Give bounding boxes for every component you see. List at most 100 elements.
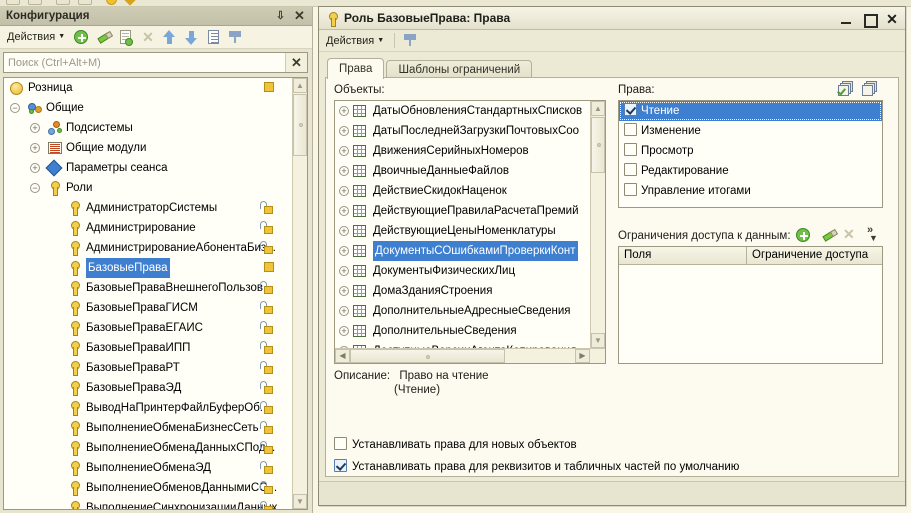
scrollbar-thumb[interactable] xyxy=(350,349,505,363)
expander-icon[interactable]: + xyxy=(339,246,349,256)
clear-all-rights-button[interactable] xyxy=(862,81,879,97)
pin-icon[interactable]: ⇩ xyxy=(275,10,286,23)
rights-list-item[interactable]: Изменение xyxy=(619,121,882,141)
scrollbar-thumb[interactable] xyxy=(293,94,307,156)
search-input[interactable]: Поиск (Ctrl+Alt+M) xyxy=(4,57,285,69)
expander-icon[interactable]: + xyxy=(339,126,349,136)
toolbar-button-1[interactable] xyxy=(6,0,20,5)
expander-icon[interactable]: + xyxy=(339,326,349,336)
scroll-left-icon[interactable]: ◀ xyxy=(335,349,350,363)
close-icon[interactable]: ✕ xyxy=(292,8,307,24)
maximize-icon[interactable] xyxy=(862,12,878,28)
restriction-more-button[interactable]: » ▼ xyxy=(866,224,880,243)
dialog-filter-button[interactable] xyxy=(401,31,420,50)
objects-list-item[interactable]: + ДатыПоследнейЗагрузкиПочтовыхСоо xyxy=(335,121,590,141)
column-header-ogranichenie[interactable]: Ограничение доступа xyxy=(747,247,882,264)
option-checkbox[interactable] xyxy=(334,437,347,450)
expander-icon[interactable]: + xyxy=(339,166,349,176)
tree-item[interactable]: ВыполнениеОбменаБизнесСеть xyxy=(4,418,292,438)
globe-icon[interactable] xyxy=(106,0,117,5)
search-box[interactable]: Поиск (Ctrl+Alt+M) ✕ xyxy=(3,52,308,73)
tree-item[interactable]: ВыполнениеОбменаЭД xyxy=(4,458,292,478)
tree-item[interactable]: БазовыеПраваГИСМ xyxy=(4,298,292,318)
objects-list-item[interactable]: +ДоступныеВерсииАгентаКопирования xyxy=(335,341,590,348)
restriction-delete-button[interactable]: ✕ xyxy=(843,226,862,245)
expander-icon[interactable]: + xyxy=(30,163,40,173)
expander-icon[interactable]: − xyxy=(30,183,40,193)
expander-icon[interactable]: + xyxy=(339,226,349,236)
objects-list-item[interactable]: + ДополнительныеАдресныеСведения xyxy=(335,301,590,321)
tree-item[interactable]: − Общие xyxy=(4,98,292,118)
objects-list-item[interactable]: + ДвоичныеДанныеФайлов xyxy=(335,161,590,181)
scroll-up-icon[interactable]: ▲ xyxy=(591,101,605,116)
tree-item[interactable]: ВыводНаПринтерФайлБуферОб... xyxy=(4,398,292,418)
configuration-tree-scrollbar[interactable]: ▲ ▼ xyxy=(292,78,307,509)
objects-list-vscrollbar[interactable]: ▲ ▼ xyxy=(590,101,605,348)
tree-item[interactable]: ВыполнениеОбменаДанныхСПод... xyxy=(4,438,292,458)
expander-icon[interactable]: + xyxy=(339,306,349,316)
expander-icon[interactable]: + xyxy=(339,206,349,216)
expander-icon[interactable]: + xyxy=(30,123,40,133)
add-button[interactable] xyxy=(72,28,91,47)
scroll-up-icon[interactable]: ▲ xyxy=(293,78,307,93)
set-all-rights-button[interactable] xyxy=(837,81,855,97)
restrictions-grid[interactable]: Поля Ограничение доступа xyxy=(618,246,883,364)
close-icon[interactable]: ✕ xyxy=(885,12,899,26)
objects-list-item[interactable]: + ДополнительныеСведения xyxy=(335,321,590,341)
tree-item[interactable]: БазовыеПраваЕГАИС xyxy=(4,318,292,338)
objects-list-item[interactable]: + ДомаЗданияСтроения xyxy=(335,281,590,301)
toolbar-button-2[interactable] xyxy=(28,0,42,5)
tree-item[interactable]: АдминистраторСистемы xyxy=(4,198,292,218)
dialog-actions-menu-button[interactable]: Действия ▼ xyxy=(324,33,388,49)
restriction-edit-button[interactable] xyxy=(819,226,838,245)
diamond-icon[interactable] xyxy=(124,0,136,6)
objects-list-item[interactable]: + ДействиеСкидокНаценок xyxy=(335,181,590,201)
configuration-tree[interactable]: Розница − Общие + Подсистемы + Общие модули + Па… xyxy=(3,77,308,510)
rights-list-item[interactable]: Редактирование xyxy=(619,161,882,181)
scrollbar-thumb[interactable] xyxy=(591,117,605,173)
move-up-button[interactable] xyxy=(160,28,179,47)
rights-checkbox[interactable] xyxy=(624,143,637,156)
objects-list-hscrollbar[interactable]: ◀ ▶ xyxy=(335,348,605,363)
minimize-icon[interactable] xyxy=(839,12,853,26)
rights-list-item[interactable]: Просмотр xyxy=(619,141,882,161)
expander-icon[interactable]: + xyxy=(339,186,349,196)
filter-button[interactable] xyxy=(226,28,245,47)
objects-list-item[interactable]: + ДвиженияСерийныхНомеров xyxy=(335,141,590,161)
tree-item[interactable]: АдминистрированиеАбонентаБиз... xyxy=(4,238,292,258)
expander-icon[interactable]: + xyxy=(339,286,349,296)
expander-icon[interactable]: + xyxy=(339,106,349,116)
objects-list-item[interactable]: + ДокументыФизическихЛиц xyxy=(335,261,590,281)
rights-checkbox[interactable] xyxy=(624,183,637,196)
tab-prava[interactable]: Права xyxy=(327,58,385,79)
rights-checkbox[interactable] xyxy=(624,163,637,176)
expander-icon[interactable]: − xyxy=(10,103,20,113)
objects-list-item[interactable]: + ДействующиеЦеныНоменклатуры xyxy=(335,221,590,241)
objects-list[interactable]: + ДатыОбновленияСтандартныхСписков + ДатыПо… xyxy=(334,100,606,364)
option-checkbox[interactable] xyxy=(334,459,347,472)
expander-icon[interactable]: + xyxy=(339,266,349,276)
move-down-button[interactable] xyxy=(182,28,201,47)
expander-icon[interactable]: + xyxy=(30,143,40,153)
scroll-right-icon[interactable]: ▶ xyxy=(575,349,590,363)
tree-item[interactable]: Розница xyxy=(4,78,292,98)
rights-checkbox[interactable] xyxy=(624,123,637,136)
properties-button[interactable] xyxy=(204,28,223,47)
actions-menu-button[interactable]: Действия ▼ xyxy=(5,29,69,45)
rights-list-item[interactable]: Чтение xyxy=(619,101,882,121)
tree-item[interactable]: − Роли xyxy=(4,178,292,198)
edit-button[interactable] xyxy=(94,28,113,47)
rights-checkbox[interactable] xyxy=(624,103,637,116)
expander-icon[interactable]: + xyxy=(339,146,349,156)
objects-list-item[interactable]: + ДатыОбновленияСтандартныхСписков xyxy=(335,101,590,121)
copy-button[interactable] xyxy=(116,28,135,47)
tree-item[interactable]: БазовыеПраваИПП xyxy=(4,338,292,358)
restriction-add-button[interactable] xyxy=(794,226,813,245)
tree-item[interactable]: Администрирование xyxy=(4,218,292,238)
objects-list-item[interactable]: + ДокументыСОшибкамиПроверкиКонт xyxy=(335,241,590,261)
tree-item[interactable]: БазовыеПрава xyxy=(4,258,292,278)
search-clear-button[interactable]: ✕ xyxy=(285,53,307,72)
tree-item[interactable]: БазовыеПраваРТ xyxy=(4,358,292,378)
toolbar-button-3[interactable] xyxy=(56,0,70,5)
tree-item[interactable]: + Подсистемы xyxy=(4,118,292,138)
